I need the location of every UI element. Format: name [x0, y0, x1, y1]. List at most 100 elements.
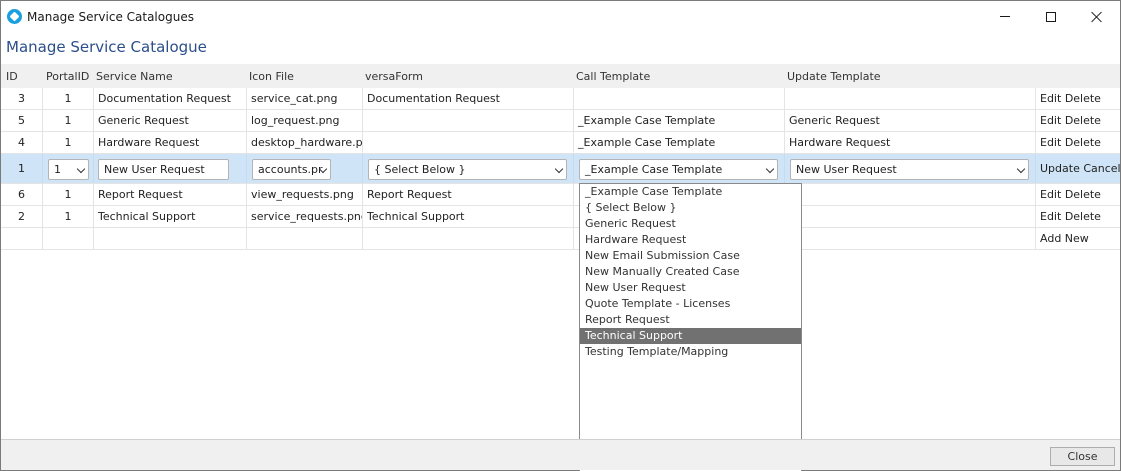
header-versaform: versaForm — [365, 70, 423, 83]
delete-link[interactable]: Delete — [1065, 136, 1101, 149]
delete-link[interactable]: Delete — [1065, 188, 1101, 201]
cell-portal-id: 1 — [43, 154, 94, 183]
chevron-down-icon — [76, 164, 86, 174]
dropdown-option[interactable]: _Example Case Template — [580, 184, 801, 200]
portal-id-value: 1 — [54, 163, 61, 176]
update-template-select[interactable]: New User Request — [790, 159, 1029, 180]
grid-header: ID PortalID Service Name Icon File versa… — [1, 64, 1120, 88]
cell-actions: Update Cancel — [1036, 154, 1120, 183]
add-new-row: Add New — [1, 228, 1120, 250]
cell-actions: Edit Delete — [1036, 184, 1120, 205]
cell-update-template — [785, 88, 1036, 109]
cell-update-template — [785, 184, 1036, 205]
dropdown-option[interactable]: Hardware Request — [580, 232, 801, 248]
cell-versaform: Technical Support — [363, 206, 574, 227]
cell-portal-id: 1 — [43, 206, 94, 227]
cell-portal-id — [43, 228, 94, 249]
cell-update-template: Hardware Request — [785, 132, 1036, 153]
edit-link[interactable]: Edit — [1040, 188, 1061, 201]
dropdown-option[interactable]: Generic Request — [580, 216, 801, 232]
cell-id: 6 — [1, 184, 43, 205]
manage-service-catalogues-window: Manage Service Catalogues Manage Service… — [0, 0, 1121, 471]
header-update-template: Update Template — [787, 70, 881, 83]
add-new-link[interactable]: Add New — [1040, 232, 1089, 245]
cell-service-name: Documentation Request — [94, 88, 247, 109]
table-row: 2 1 Technical Support service_requests.p… — [1, 206, 1120, 228]
cell-id: 2 — [1, 206, 43, 227]
edit-link[interactable]: Edit — [1040, 114, 1061, 127]
cell-actions: Edit Delete — [1036, 88, 1120, 109]
cell-portal-id: 1 — [43, 132, 94, 153]
maximize-button[interactable] — [1028, 1, 1074, 32]
dropdown-option[interactable]: New User Request — [580, 280, 801, 296]
cell-update-template: Generic Request — [785, 110, 1036, 131]
cell-update-template — [785, 206, 1036, 227]
delete-link[interactable]: Delete — [1065, 210, 1101, 223]
cell-id — [1, 228, 43, 249]
dropdown-option[interactable]: Quote Template - Licenses — [580, 296, 801, 312]
header-service-name: Service Name — [96, 70, 173, 83]
cell-service-name: Generic Request — [94, 110, 247, 131]
cancel-link[interactable]: Cancel — [1083, 162, 1120, 175]
update-link[interactable]: Update — [1040, 162, 1080, 175]
dropdown-option[interactable]: Report Request — [580, 312, 801, 328]
cell-id: 1 — [1, 154, 43, 183]
dropdown-option[interactable]: Testing Template/Mapping — [580, 344, 801, 360]
window-title: Manage Service Catalogues — [27, 10, 194, 24]
versaform-value: { Select Below } — [374, 163, 466, 176]
delete-link[interactable]: Delete — [1065, 92, 1101, 105]
close-window-button[interactable] — [1074, 1, 1120, 32]
cell-versaform: { Select Below } — [363, 154, 574, 183]
call-template-dropdown-list[interactable]: _Example Case Template { Select Below } … — [579, 183, 802, 471]
cell-update-template — [785, 228, 1036, 249]
cell-actions: Edit Delete — [1036, 206, 1120, 227]
footer-bar: Close — [1, 439, 1120, 470]
cell-portal-id: 1 — [43, 110, 94, 131]
cell-versaform: Documentation Request — [363, 88, 574, 109]
header-icon-file: Icon File — [249, 70, 294, 83]
cell-versaform — [363, 110, 574, 131]
chevron-down-icon — [765, 164, 775, 174]
dropdown-option-highlighted[interactable]: Technical Support — [580, 328, 801, 344]
table-row: 4 1 Hardware Request desktop_hardware.pn… — [1, 132, 1120, 154]
cell-portal-id: 1 — [43, 88, 94, 109]
close-button[interactable]: Close — [1050, 447, 1115, 466]
page-title: Manage Service Catalogue — [6, 38, 207, 56]
cell-update-template: New User Request — [785, 154, 1036, 183]
service-name-input[interactable]: New User Request — [98, 159, 229, 180]
cell-id: 3 — [1, 88, 43, 109]
header-portal-id: PortalID — [46, 70, 90, 83]
editing-row: 1 1 New User Request accounts.pr { Selec… — [1, 154, 1120, 184]
chevron-down-icon — [1016, 164, 1026, 174]
close-icon — [1091, 11, 1103, 23]
minimize-button[interactable] — [982, 1, 1028, 32]
cell-actions: Add New — [1036, 228, 1120, 249]
maximize-icon — [1046, 11, 1056, 22]
cell-service-name: Technical Support — [94, 206, 247, 227]
edit-link[interactable]: Edit — [1040, 210, 1061, 223]
cell-icon-file: log_request.png — [247, 110, 363, 131]
cell-id: 5 — [1, 110, 43, 131]
edit-link[interactable]: Edit — [1040, 92, 1061, 105]
table-row: 6 1 Report Request view_requests.png Rep… — [1, 184, 1120, 206]
dropdown-option[interactable]: New Manually Created Case — [580, 264, 801, 280]
cell-icon-file — [247, 228, 363, 249]
dropdown-option[interactable]: New Email Submission Case — [580, 248, 801, 264]
edit-link[interactable]: Edit — [1040, 136, 1061, 149]
cell-actions: Edit Delete — [1036, 110, 1120, 131]
cell-versaform — [363, 228, 574, 249]
icon-file-select[interactable]: accounts.pr — [252, 159, 331, 180]
call-template-select[interactable]: _Example Case Template — [579, 159, 778, 180]
portal-id-select[interactable]: 1 — [48, 159, 89, 180]
cell-service-name: New User Request — [94, 154, 247, 183]
delete-link[interactable]: Delete — [1065, 114, 1101, 127]
versaform-select[interactable]: { Select Below } — [368, 159, 567, 180]
cell-icon-file: desktop_hardware.png — [247, 132, 363, 153]
cell-versaform — [363, 132, 574, 153]
title-bar: Manage Service Catalogues — [1, 1, 1120, 32]
cell-id: 4 — [1, 132, 43, 153]
dropdown-option[interactable]: { Select Below } — [580, 200, 801, 216]
cell-icon-file: accounts.pr — [247, 154, 363, 183]
call-template-value: _Example Case Template — [585, 163, 723, 176]
update-template-value: New User Request — [796, 163, 897, 176]
